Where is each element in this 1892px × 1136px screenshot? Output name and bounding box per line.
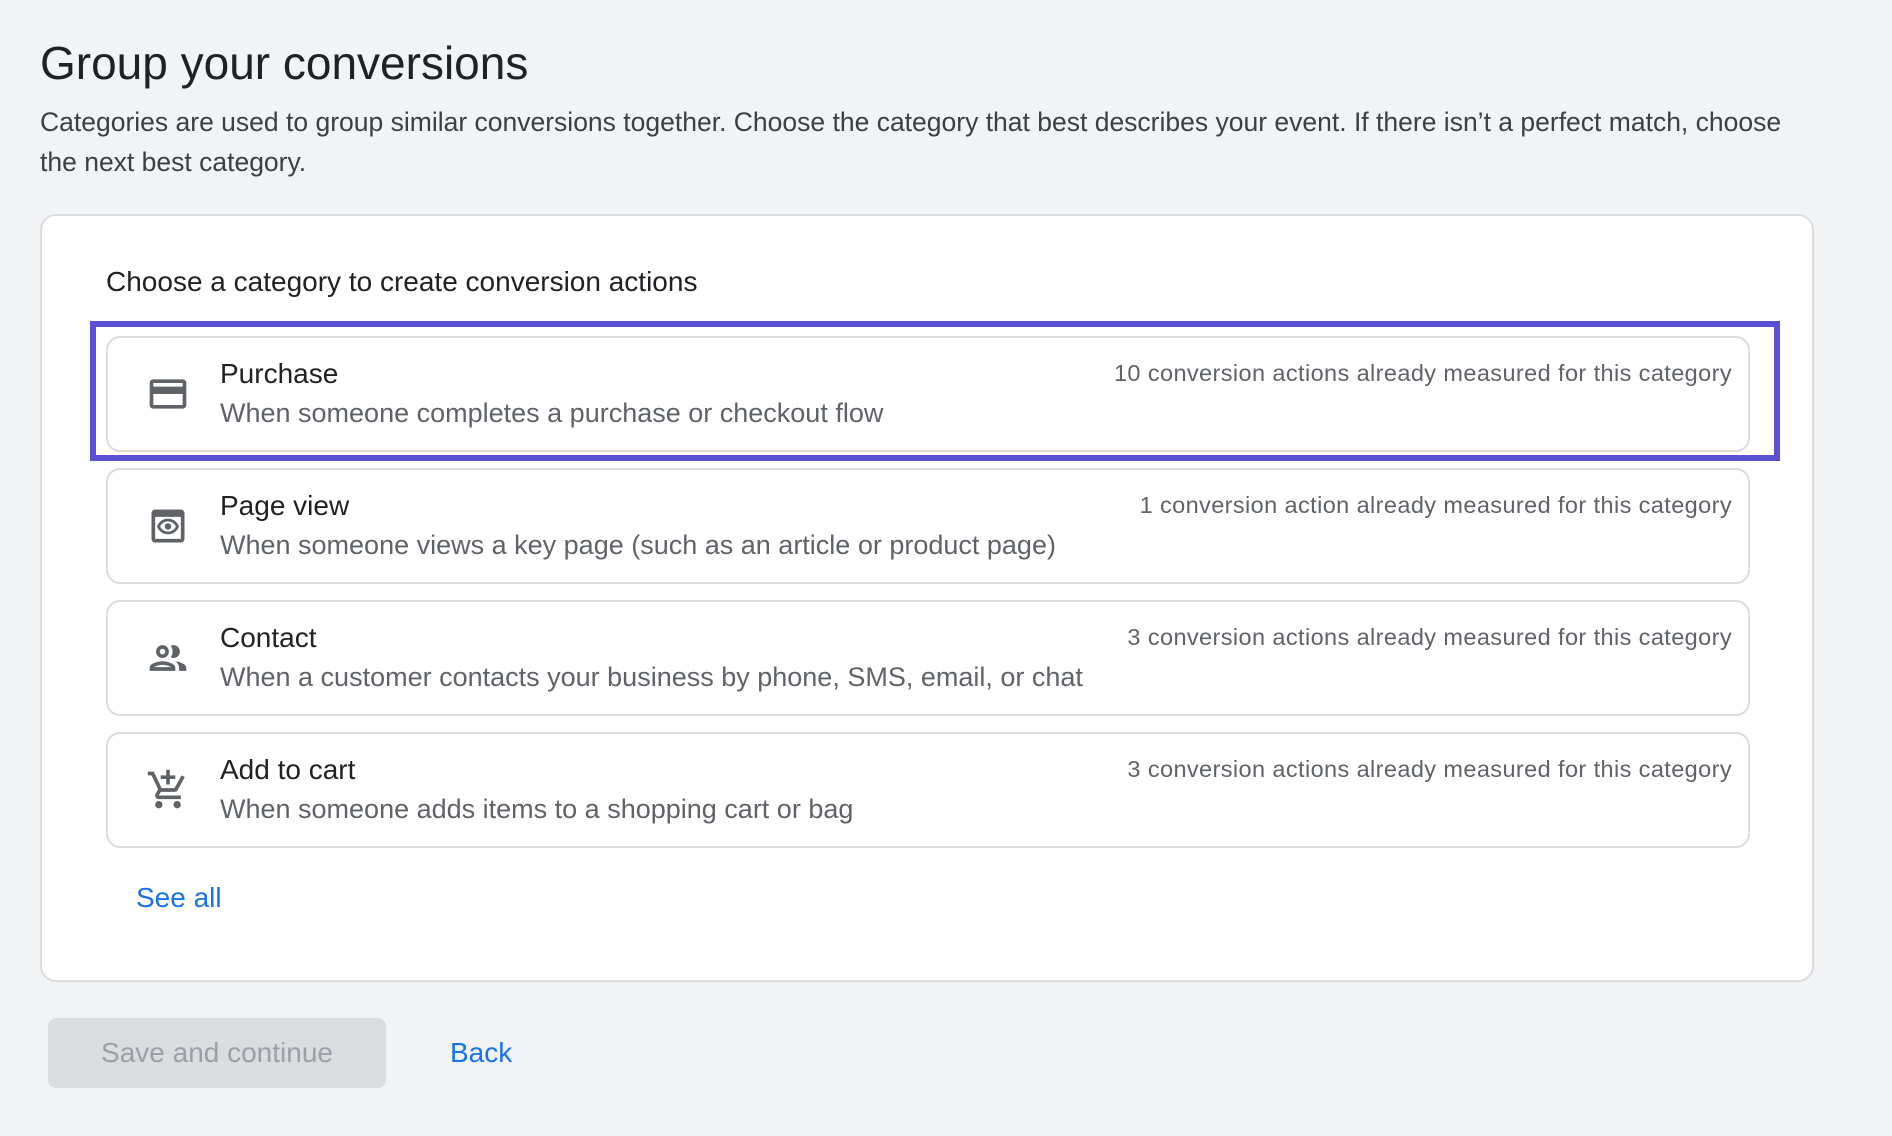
- page-view-icon: [146, 504, 190, 548]
- page-description: Categories are used to group similar con…: [40, 107, 1782, 177]
- back-button[interactable]: Back: [430, 1018, 532, 1088]
- save-and-continue-button[interactable]: Save and continue: [48, 1018, 386, 1088]
- people-icon: [146, 636, 190, 680]
- option-description: When someone views a key page (such as a…: [220, 530, 1056, 560]
- category-option-purchase[interactable]: Purchase When someone completes a purcha…: [106, 336, 1750, 452]
- category-option-add-to-cart[interactable]: Add to cart When someone adds items to a…: [106, 732, 1750, 848]
- option-description: When someone adds items to a shopping ca…: [220, 794, 854, 824]
- option-title: Purchase: [220, 358, 339, 389]
- option-title: Contact: [220, 622, 317, 653]
- option-description: When a customer contacts your business b…: [220, 662, 1083, 692]
- page-title: Group your conversions: [40, 37, 529, 89]
- option-title: Page view: [220, 490, 350, 521]
- option-count: 10 conversion actions already measured f…: [1113, 360, 1732, 386]
- card-heading: Choose a category to create conversion a…: [106, 266, 698, 297]
- see-all-link[interactable]: See all: [136, 882, 222, 914]
- option-description: When someone completes a purchase or che…: [220, 398, 884, 428]
- category-option-page-view[interactable]: Page view When someone views a key page …: [106, 468, 1750, 584]
- option-title: Add to cart: [220, 754, 356, 785]
- option-count: 1 conversion action already measured for…: [1139, 492, 1732, 518]
- category-option-contact[interactable]: Contact When a customer contacts your bu…: [106, 600, 1750, 716]
- credit-card-icon: [146, 372, 190, 416]
- option-count: 3 conversion actions already measured fo…: [1127, 624, 1732, 650]
- category-card: [40, 214, 1814, 982]
- option-count: 3 conversion actions already measured fo…: [1127, 756, 1732, 782]
- add-shopping-cart-icon: [146, 768, 190, 812]
